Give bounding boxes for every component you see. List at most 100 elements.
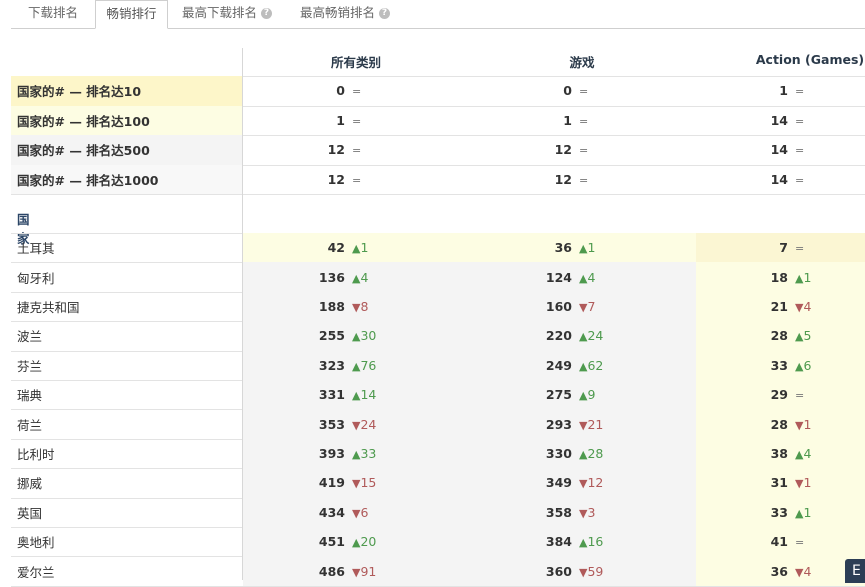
rank-cell: 31 ▼1 <box>728 468 848 497</box>
rank-change-amount: 6 <box>803 357 812 373</box>
rank-down-change: ▼91 <box>352 564 376 579</box>
rank-cell: 249 ▲62 <box>512 351 632 380</box>
rank-unchanged: = <box>352 142 361 157</box>
rank-cell: 21 ▼4 <box>728 292 848 321</box>
rank-cell: 124 ▲4 <box>512 262 632 291</box>
rank-cell: 38 ▲4 <box>728 439 848 468</box>
rank-up-change: ▲4 <box>352 270 368 285</box>
rank-value: 36 <box>554 240 572 256</box>
country-label: 爱尔兰 <box>17 564 55 580</box>
rank-value: 0 <box>563 83 572 99</box>
equal-icon: = <box>795 173 805 187</box>
rank-cell: 220 ▲24 <box>512 321 632 350</box>
rank-up-change: ▲30 <box>352 328 376 343</box>
rank-cell: 255 ▲30 <box>285 321 405 350</box>
rank-cell: 0 = <box>285 76 405 106</box>
rank-cell: 331 ▲14 <box>285 380 405 409</box>
rank-cell: 33 ▲1 <box>728 498 848 527</box>
rank-cell: 358 ▼3 <box>512 498 632 527</box>
tab-bar: 下载排名 畅销排行 最高下载排名? 最高畅销排名? <box>0 0 865 29</box>
rank-change-amount: 1 <box>803 504 812 520</box>
rank-unchanged: = <box>579 113 588 128</box>
rank-value: 384 <box>545 534 572 550</box>
rank-value: 14 <box>770 142 788 158</box>
equal-icon: = <box>795 242 805 256</box>
column-header[interactable]: 所有类别 <box>266 52 446 71</box>
rank-value: 41 <box>770 534 788 550</box>
rank-change-amount: 12 <box>587 475 604 491</box>
rank-value: 12 <box>327 142 345 158</box>
rank-value: 293 <box>545 416 572 432</box>
rank-cell: 42 ▲1 <box>285 233 405 262</box>
rank-down-change: ▼4 <box>795 564 811 579</box>
rank-change-amount: 3 <box>587 504 596 520</box>
rank-down-change: ▼4 <box>795 299 811 314</box>
country-label: 瑞典 <box>17 388 43 404</box>
country-label: 荷兰 <box>17 417 43 433</box>
rank-cell: 349 ▼12 <box>512 468 632 497</box>
rank-unchanged: = <box>795 83 804 98</box>
rank-value: 28 <box>770 416 788 432</box>
rank-value: 28 <box>770 328 788 344</box>
rank-value: 249 <box>545 357 572 373</box>
corner-button[interactable]: E <box>845 559 865 583</box>
rank-up-change: ▲1 <box>795 270 811 285</box>
rank-cell: 419 ▼15 <box>285 468 405 497</box>
rank-change-amount: 14 <box>360 387 377 403</box>
rank-cell: 12 = <box>285 165 405 195</box>
country-label: 土耳其 <box>17 241 55 257</box>
rank-up-change: ▲5 <box>795 328 811 343</box>
rank-cell: 360 ▼59 <box>512 556 632 585</box>
rank-value: 38 <box>770 445 788 461</box>
column-header[interactable]: Action (Games) <box>720 52 865 67</box>
rank-cell: 0 = <box>512 76 632 106</box>
rank-value: 323 <box>318 357 345 373</box>
rank-value: 21 <box>770 298 788 314</box>
rank-up-change: ▲24 <box>579 328 603 343</box>
rank-up-change: ▲28 <box>579 446 603 461</box>
rank-cell: 14 = <box>728 135 848 165</box>
rank-cell: 12 = <box>512 135 632 165</box>
rank-up-change: ▲6 <box>795 358 811 373</box>
equal-icon: = <box>352 144 362 158</box>
rank-value: 330 <box>545 445 572 461</box>
equal-icon: = <box>795 85 805 99</box>
tab-2[interactable]: 最高下载排名? <box>168 0 286 28</box>
summary-row-label: 国家的# — 排名达100 <box>11 105 243 135</box>
tab-1[interactable]: 畅销排行 <box>95 0 168 29</box>
rank-change-amount: 4 <box>587 269 596 285</box>
rank-change-amount: 28 <box>587 445 604 461</box>
tab-0[interactable]: 下载排名 <box>11 0 95 28</box>
rank-cell: 33 ▲6 <box>728 351 848 380</box>
rank-value: 331 <box>318 387 345 403</box>
equal-icon: = <box>795 536 805 550</box>
help-icon[interactable]: ? <box>261 8 272 19</box>
rank-change-amount: 21 <box>587 416 604 432</box>
country-label: 挪威 <box>17 476 43 492</box>
rank-value: 36 <box>770 563 788 579</box>
summary-row-label: 国家的# — 排名达1000 <box>11 164 243 194</box>
rank-change-amount: 4 <box>803 563 812 579</box>
rank-value: 434 <box>318 504 345 520</box>
column-header[interactable]: 游戏 <box>492 52 672 71</box>
country-label: 英国 <box>17 505 43 521</box>
rank-up-change: ▲76 <box>352 358 376 373</box>
rank-cell: 1 = <box>512 106 632 136</box>
tab-label: 最高下载排名 <box>181 5 257 20</box>
help-icon[interactable]: ? <box>379 8 390 19</box>
rank-value: 349 <box>545 475 572 491</box>
tab-label: 畅销排行 <box>106 6 157 21</box>
tab-3[interactable]: 最高畅销排名? <box>286 0 404 28</box>
rank-cell: 36 ▼4 <box>728 556 848 585</box>
rank-change-amount: 76 <box>360 357 377 373</box>
rank-cell: 1 = <box>285 106 405 136</box>
rank-up-change: ▲62 <box>579 358 603 373</box>
rank-change-amount: 15 <box>360 475 377 491</box>
rank-cell: 7 = <box>728 233 848 262</box>
rank-value: 12 <box>554 171 572 187</box>
rank-value: 1 <box>563 112 572 128</box>
equal-icon: = <box>795 144 805 158</box>
rank-value: 14 <box>770 171 788 187</box>
rank-unchanged: = <box>579 142 588 157</box>
rank-down-change: ▼59 <box>579 564 603 579</box>
